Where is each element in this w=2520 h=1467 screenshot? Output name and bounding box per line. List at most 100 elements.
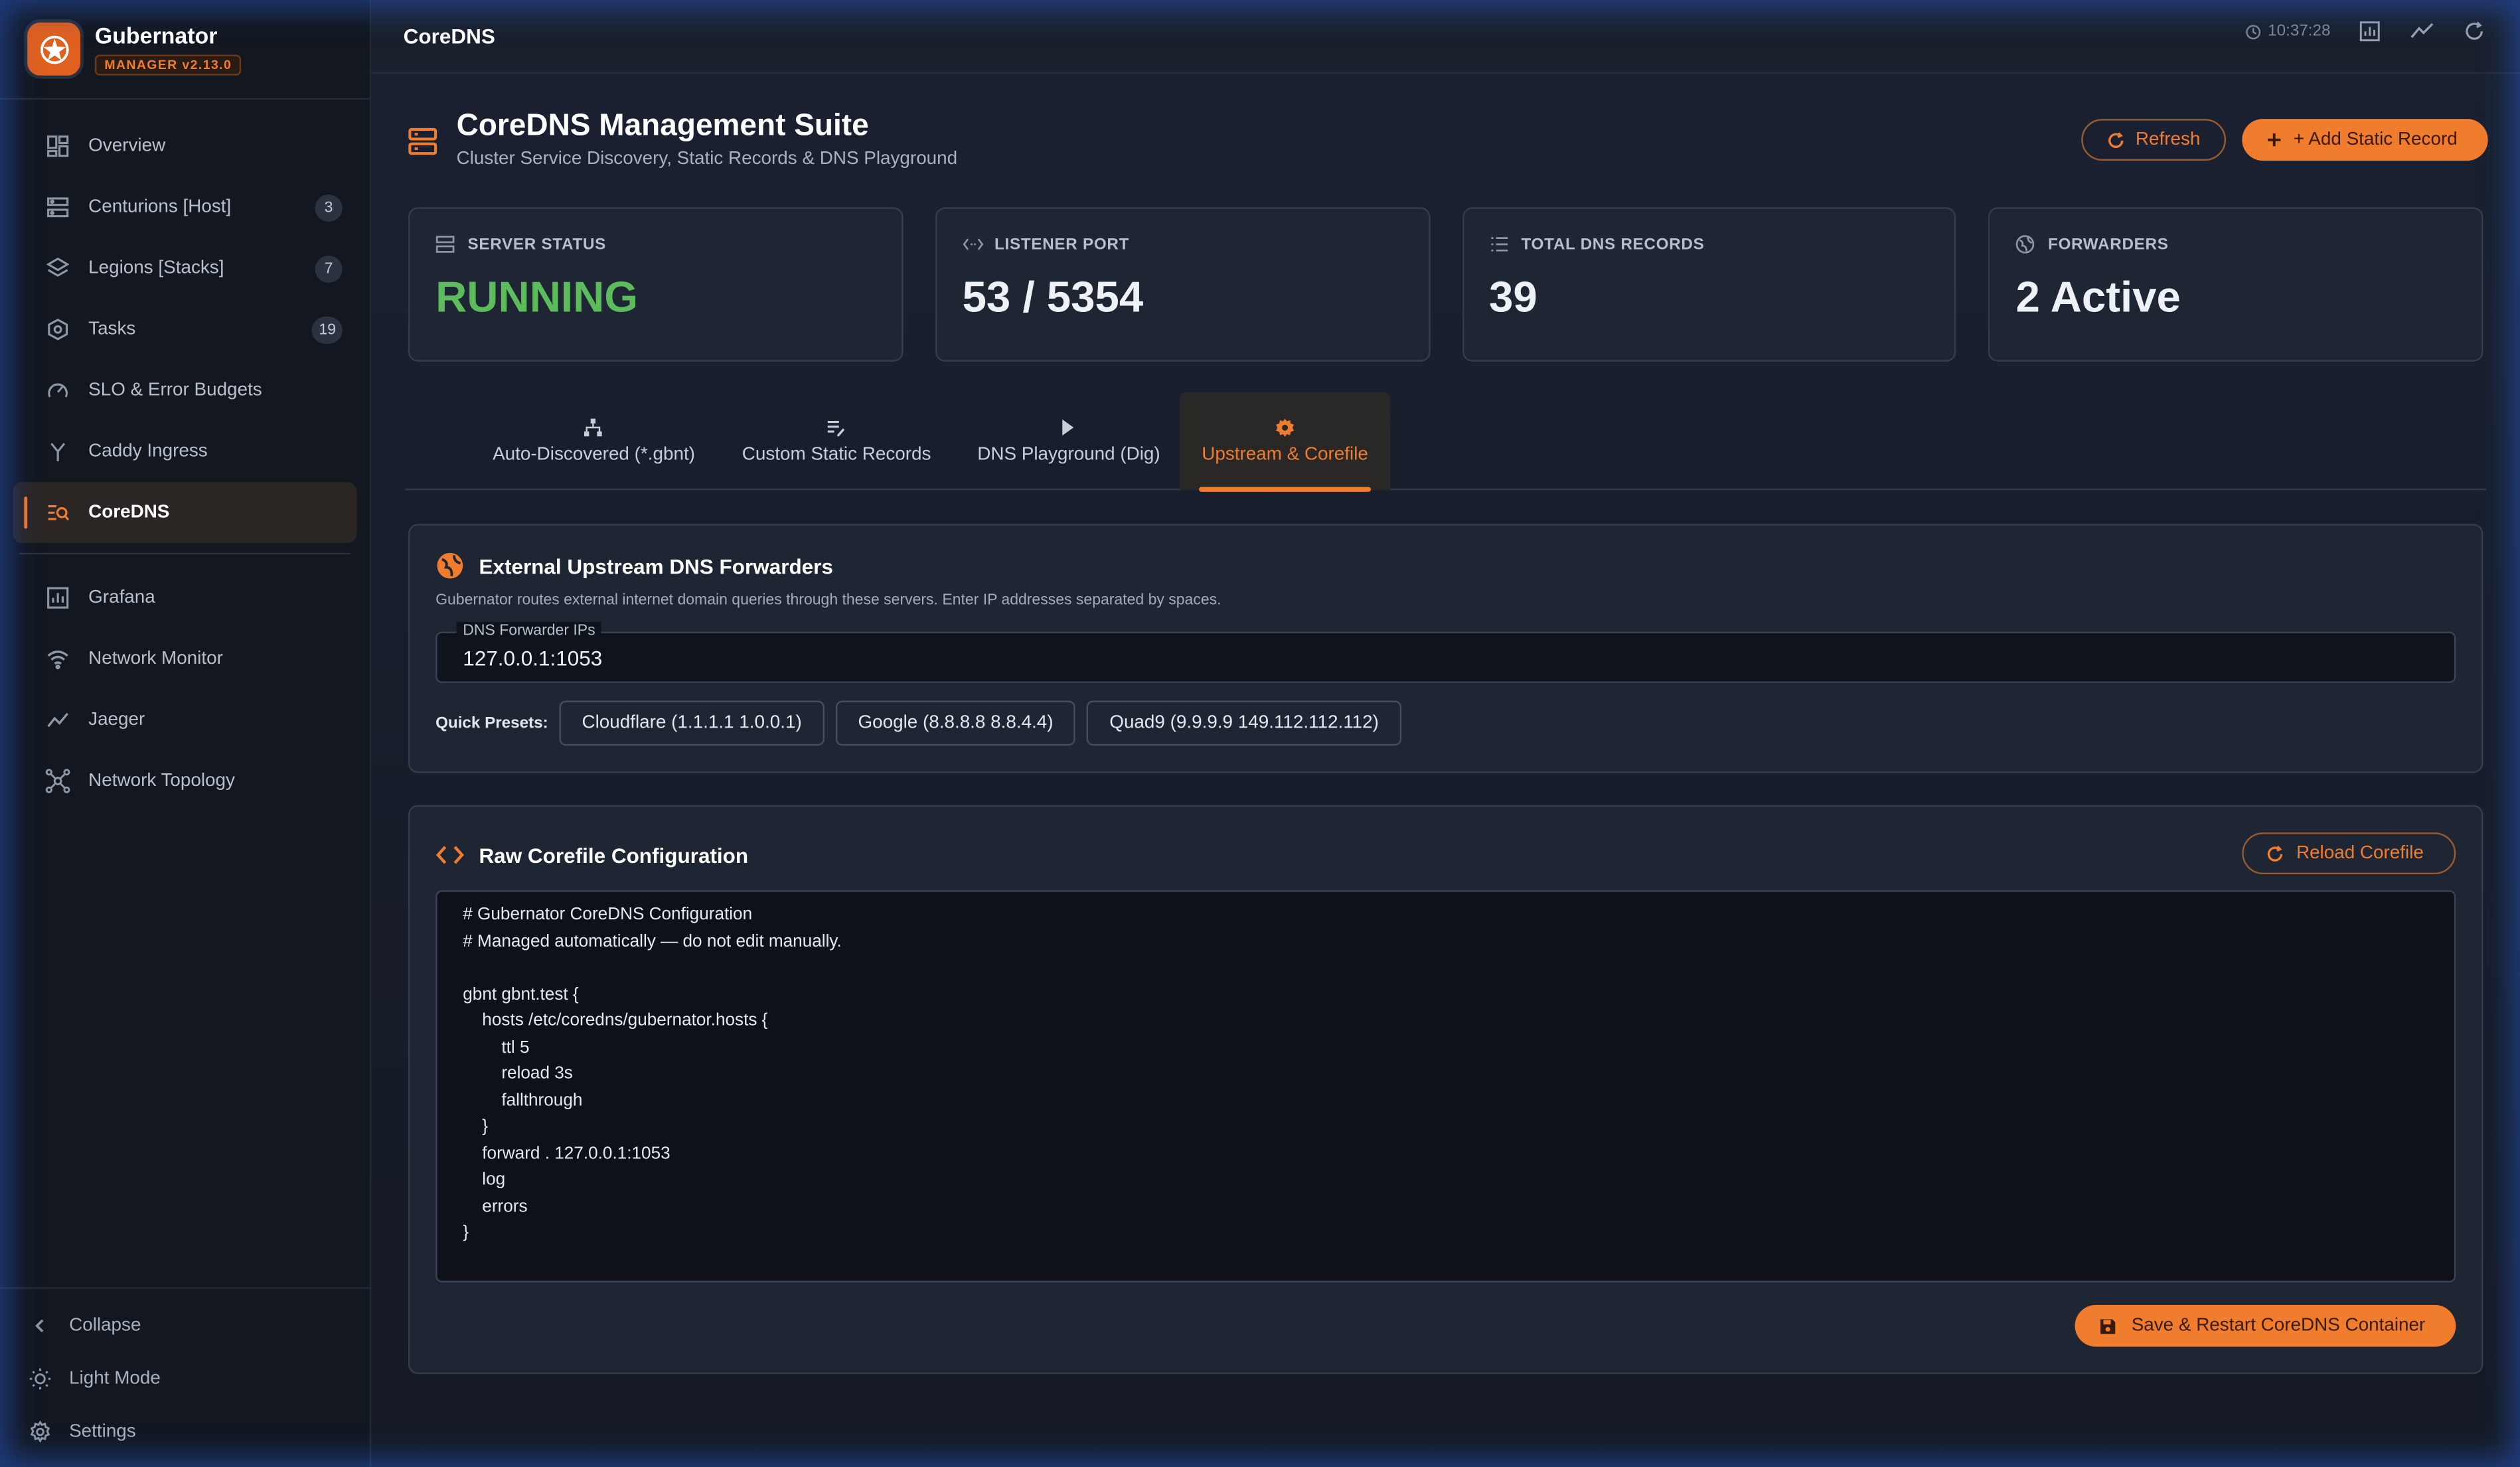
stat-value: 39 [1489, 273, 1537, 322]
preset-cloudflare-button[interactable]: Cloudflare (1.1.1.1 1.0.0.1) [559, 700, 825, 746]
brand-name: Gubernator [94, 21, 218, 48]
chart-icon [45, 585, 71, 611]
trend-icon[interactable] [2409, 21, 2435, 41]
page-subtitle: Cluster Service Discovery, Static Record… [456, 149, 958, 169]
chevron-left-icon [29, 1314, 52, 1336]
save-icon [2099, 1317, 2117, 1335]
reload-corefile-label: Reload Corefile [2296, 844, 2424, 864]
tab-label: Auto-Discovered (*.gbnt) [493, 445, 695, 465]
sidebar-item-network-monitor[interactable]: Network Monitor [0, 629, 370, 690]
sidebar-item-slo[interactable]: SLO & Error Budgets [0, 360, 370, 421]
sidebar-item-label: Jaeger [88, 710, 145, 730]
sidebar-item-label: Overview [88, 136, 166, 156]
light-mode-label: Light Mode [69, 1368, 161, 1388]
light-mode-toggle[interactable]: Light Mode [0, 1351, 371, 1405]
settings-label: Settings [69, 1421, 136, 1441]
sidebar-footer: Collapse Light Mode Settings [0, 1287, 372, 1467]
preset-google-button[interactable]: Google (8.8.8.8 8.8.4.4) [835, 700, 1076, 746]
preset-quad9-button[interactable]: Quad9 (9.9.9.9 149.112.112.112) [1087, 700, 1401, 746]
sidebar: Gubernator MANAGER v2.13.0 Overview Cent… [0, 0, 372, 1467]
sidebar-item-label: Network Topology [88, 771, 235, 791]
corefile-panel: Raw Corefile Configuration Reload Corefi… [408, 805, 2483, 1374]
gear-icon [1275, 418, 1295, 438]
settings-button[interactable]: Settings [0, 1405, 371, 1458]
main-content: CoreDNS Management Suite Cluster Service… [371, 74, 2520, 1467]
server-icon [45, 194, 71, 220]
corefile-editor[interactable]: # Gubernator CoreDNS Configuration # Man… [435, 890, 2456, 1282]
stats-cards: SERVER STATUS RUNNING LISTENER PORT 53 /… [408, 207, 2483, 362]
sidebar-item-legions[interactable]: Legions [Stacks] 7 [0, 238, 370, 299]
grafana-chart-icon[interactable] [2359, 21, 2380, 42]
server-icon [435, 234, 456, 255]
reload-corefile-button[interactable]: Reload Corefile [2241, 832, 2456, 875]
sidebar-nav: Overview Centurions [Host] 3 Legions [St… [0, 100, 370, 812]
header-actions: Refresh + Add Static Record [2081, 119, 2488, 161]
topbar-title: CoreDNS [403, 24, 495, 48]
gauge-icon [45, 378, 71, 404]
dns-forwarder-ips-field[interactable]: DNS Forwarder IPs 127.0.0.1:1053 [435, 621, 2456, 683]
sidebar-item-label: SLO & Error Budgets [88, 380, 262, 400]
refresh-icon[interactable] [2464, 21, 2484, 41]
play-icon [1058, 418, 1079, 438]
count-badge: 19 [312, 316, 343, 345]
tab-label: Custom Static Records [742, 445, 931, 465]
sidebar-item-jaeger[interactable]: Jaeger [0, 690, 370, 751]
tab-custom-static-records[interactable]: Custom Static Records [726, 392, 947, 491]
corefile-title: Raw Corefile Configuration [479, 842, 749, 868]
collapse-button[interactable]: Collapse [0, 1298, 371, 1351]
sitemap-icon [584, 418, 604, 438]
topology-icon [45, 768, 71, 794]
refresh-label: Refresh [2135, 130, 2201, 150]
sidebar-item-tasks[interactable]: Tasks 19 [0, 299, 370, 360]
forwarders-title: External Upstream DNS Forwarders [479, 554, 833, 578]
refresh-icon [2266, 844, 2284, 862]
collapse-label: Collapse [69, 1315, 141, 1335]
sidebar-item-coredns[interactable]: CoreDNS [13, 482, 357, 544]
code-arrows-icon [962, 234, 983, 255]
save-restart-button[interactable]: Save & Restart CoreDNS Container [2075, 1304, 2456, 1347]
tab-upstream-corefile[interactable]: Upstream & Corefile [1180, 392, 1391, 492]
stat-card-forwarders: FORWARDERS 2 Active [1988, 207, 2483, 362]
add-static-record-button[interactable]: + Add Static Record [2242, 119, 2488, 161]
hexagon-icon [45, 317, 71, 343]
sidebar-item-centurions[interactable]: Centurions [Host] 3 [0, 177, 370, 238]
sidebar-item-label: Caddy Ingress [88, 441, 208, 461]
sidebar-item-label: Grafana [88, 588, 155, 608]
wifi-icon [45, 646, 71, 672]
edit-list-icon [826, 418, 846, 438]
stat-card-listener-port: LISTENER PORT 53 / 5354 [935, 207, 1430, 362]
forwarders-description: Gubernator routes external internet doma… [435, 591, 1221, 609]
globe-icon [2016, 234, 2037, 255]
gubernator-logo-icon[interactable] [27, 22, 81, 76]
stat-card-total-records: TOTAL DNS RECORDS 39 [1461, 207, 1956, 362]
sidebar-item-label: Legions [Stacks] [88, 258, 224, 278]
stat-label: SERVER STATUS [467, 236, 607, 254]
sidebar-item-label: Centurions [Host] [88, 197, 232, 217]
layers-icon [45, 256, 71, 281]
sidebar-item-grafana[interactable]: Grafana [0, 568, 370, 629]
stat-value: 2 Active [2015, 273, 2181, 322]
count-badge: 3 [315, 194, 343, 222]
topbar: CoreDNS 10:37:28 [371, 0, 2520, 74]
tab-auto-discovered[interactable]: Auto-Discovered (*.gbnt) [479, 392, 708, 491]
tab-bar: Auto-Discovered (*.gbnt) Custom Static R… [405, 392, 2487, 492]
field-label: DNS Forwarder IPs [456, 621, 602, 641]
sidebar-item-overview[interactable]: Overview [0, 116, 370, 177]
sidebar-item-caddy[interactable]: Caddy Ingress [0, 421, 370, 482]
refresh-button[interactable]: Refresh [2081, 119, 2227, 161]
sidebar-item-label: CoreDNS [88, 502, 170, 522]
dns-search-icon [45, 500, 71, 526]
server-icon [407, 125, 439, 157]
stat-value: 53 / 5354 [962, 273, 1144, 322]
quick-presets: Quick Presets: Cloudflare (1.1.1.1 1.0.0… [435, 700, 2456, 746]
count-badge: 7 [315, 255, 343, 283]
sidebar-item-network-topology[interactable]: Network Topology [0, 751, 370, 812]
sun-icon [29, 1367, 52, 1389]
sidebar-item-label: Network Monitor [88, 649, 223, 669]
code-icon [435, 840, 465, 870]
globe-icon [435, 551, 465, 580]
tab-label: Upstream & Corefile [1202, 445, 1368, 465]
version-badge: MANAGER v2.13.0 [94, 54, 242, 75]
tab-dns-playground[interactable]: DNS Playground (Dig) [961, 392, 1176, 491]
refresh-icon [2106, 131, 2124, 149]
